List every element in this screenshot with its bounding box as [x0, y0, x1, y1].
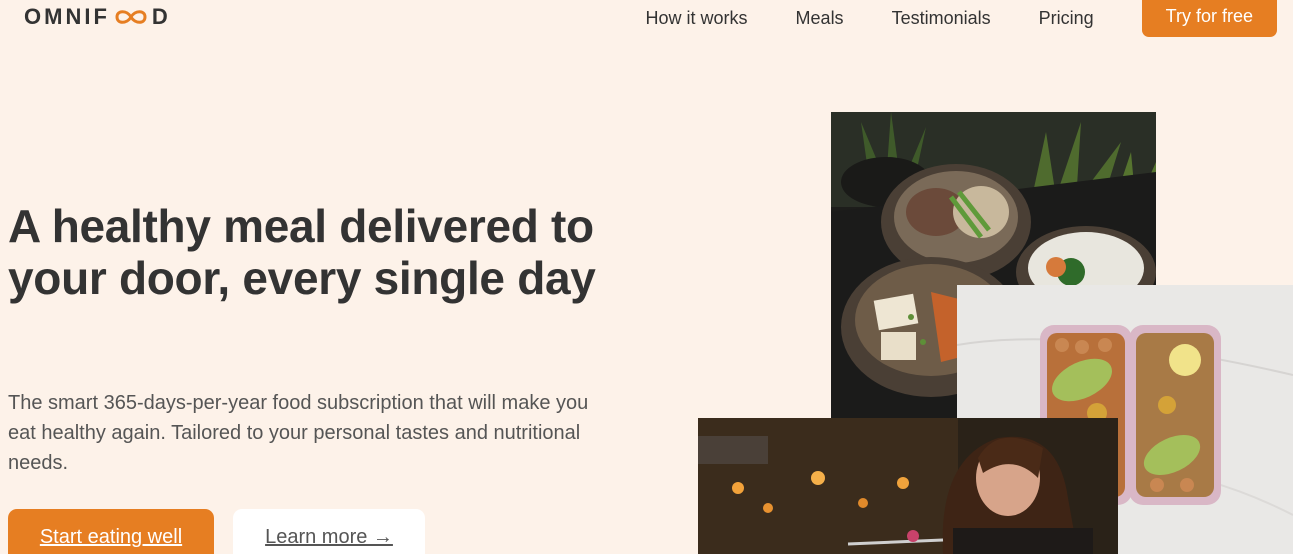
learn-more-button[interactable]: Learn more → — [233, 509, 425, 554]
hero-title: A healthy meal delivered to your door, e… — [8, 200, 596, 304]
logo-text-suffix: D — [151, 4, 171, 29]
infinity-icon — [111, 7, 151, 27]
hero-description: The smart 365-days-per-year food subscri… — [8, 392, 589, 474]
try-for-free-button[interactable]: Try for free — [1141, 0, 1277, 37]
logo-text-prefix: OMNIF — [24, 4, 110, 29]
hero-image-woman-eating — [698, 418, 1118, 554]
nav-link-testimonials[interactable]: Testimonials — [892, 8, 991, 29]
start-eating-well-button[interactable]: Start eating well — [8, 509, 214, 554]
page: OMNIF D How it works Meals Testimonials … — [0, 0, 1293, 554]
main-nav: How it works Meals Testimonials Pricing … — [646, 0, 1293, 37]
nav-link-pricing[interactable]: Pricing — [1039, 8, 1094, 29]
nav-link-meals[interactable]: Meals — [796, 8, 844, 29]
nav-link-how-it-works[interactable]: How it works — [646, 8, 748, 29]
omnifood-logo[interactable]: OMNIF D — [24, 4, 171, 30]
